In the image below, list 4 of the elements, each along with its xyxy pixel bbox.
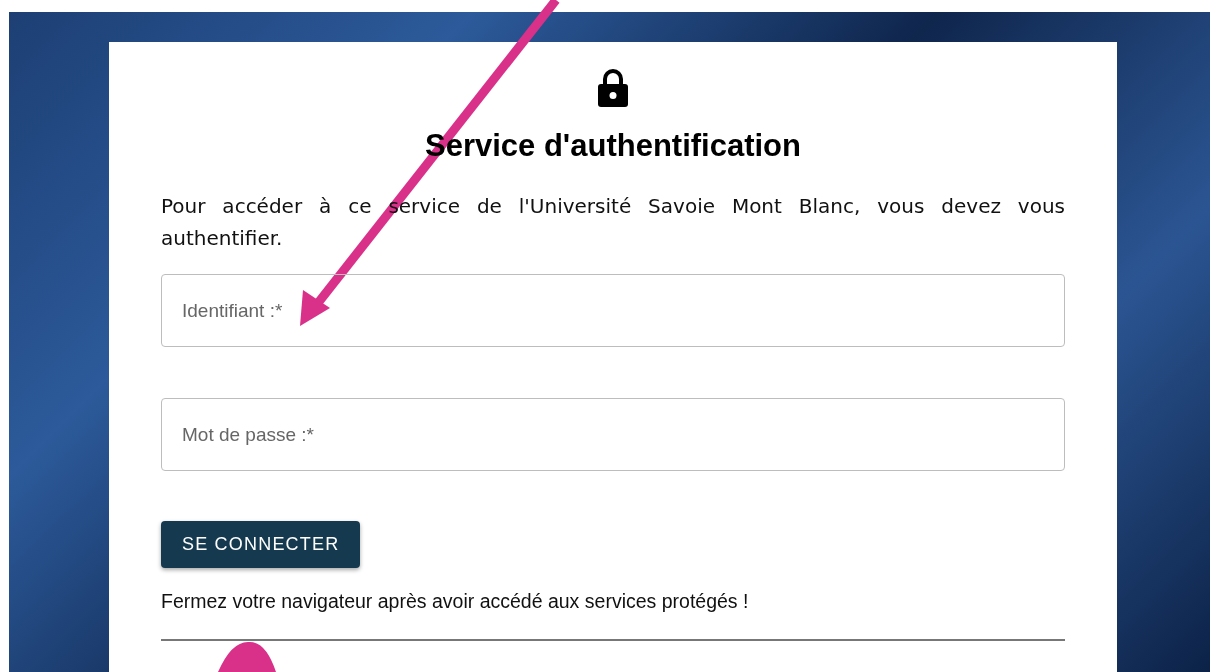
input-field[interactable]: Mot de passe :* — [161, 398, 1065, 471]
notice-text: Fermez votre navigateur après avoir accédé aux services protégés ! — [161, 590, 750, 613]
login-button[interactable]: SE CONNECTER — [161, 521, 361, 568]
input-field[interactable]: Identifiant :* — [161, 274, 1065, 347]
